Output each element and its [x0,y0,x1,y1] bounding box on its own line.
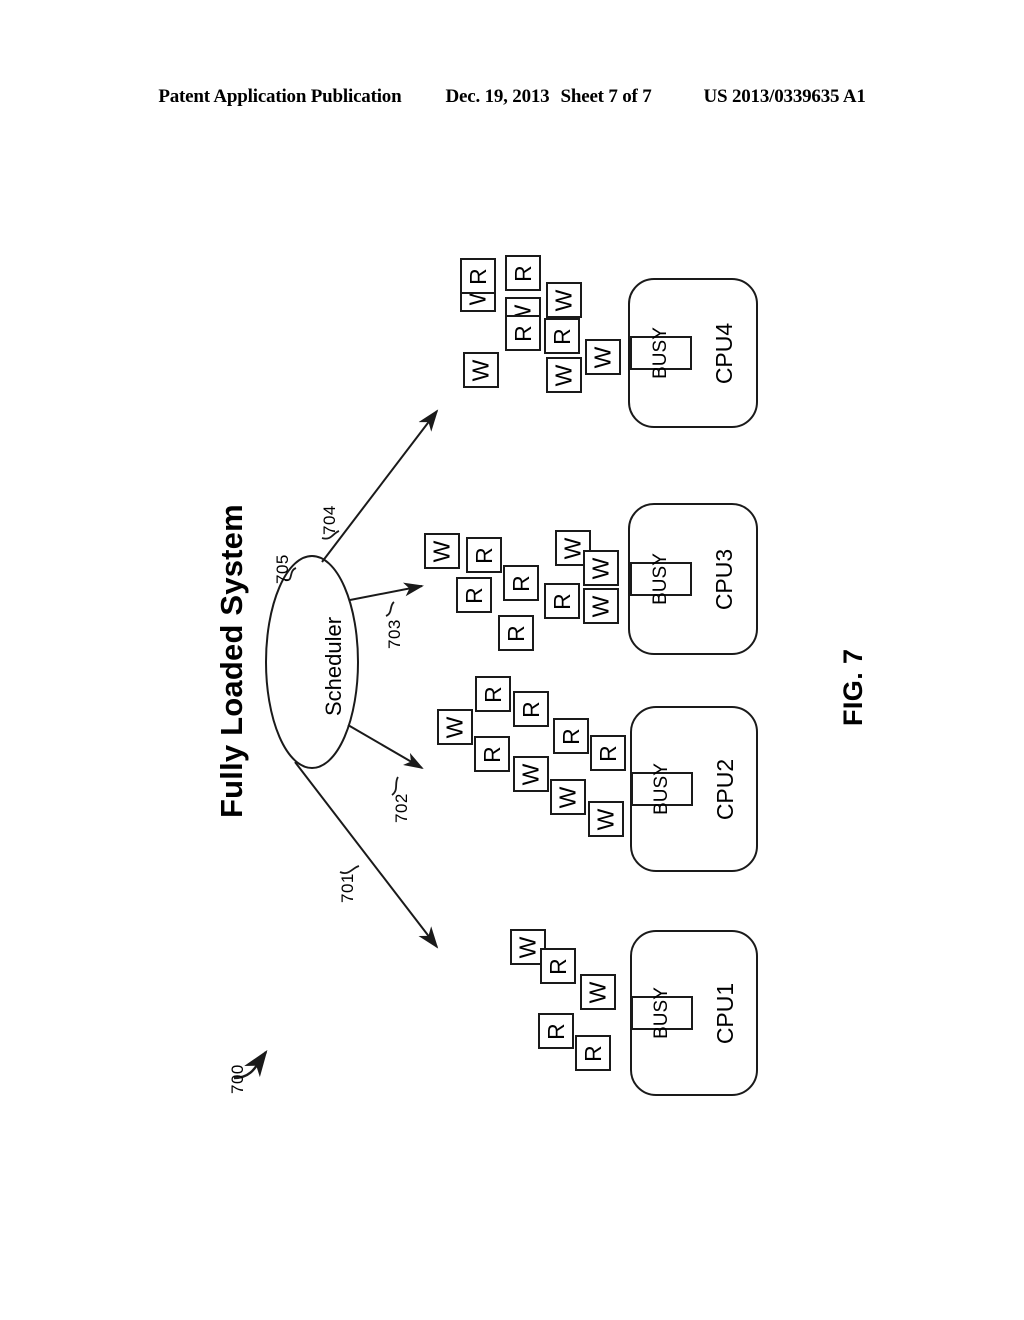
task-square[interactable]: W [583,588,619,624]
task-label: W [587,557,614,579]
task-label: R [502,624,529,642]
task-label: W [428,540,455,562]
task-label: W [467,359,494,381]
cpu3-name: CPU3 [711,548,738,610]
task-square[interactable]: R [575,1035,611,1071]
task-label: R [509,324,536,342]
task-square[interactable]: R [505,255,541,291]
task-square[interactable]: W [550,779,586,815]
task-square[interactable]: W [546,357,582,393]
task-square[interactable]: W [585,339,621,375]
cpu-box-cpu2[interactable]: CPU2 BUSY [630,706,758,872]
task-label: R [507,574,534,592]
cpu1-inner: CPU1 BUSY [631,932,756,1094]
task-label: R [478,745,505,763]
task-label: W [550,289,577,311]
cpu1-name: CPU1 [712,982,739,1044]
task-label: R [464,267,491,285]
task-square[interactable]: R [505,315,541,351]
task-label: W [554,786,581,808]
task-square[interactable]: W [583,550,619,586]
task-square[interactable]: R [544,318,580,354]
task-label: R [479,685,506,703]
task-square[interactable]: R [474,736,510,772]
scheduler-label: Scheduler [321,616,346,716]
cpu4-status-badge: BUSY [630,327,693,379]
arrow-701 [294,761,439,949]
ref-700: 700 [228,1064,247,1094]
task-square[interactable]: R [460,258,496,294]
cpu2-inner: CPU2 BUSY [631,708,756,870]
cpu3-status-text: BUSY [650,553,672,605]
task-square[interactable]: R [498,615,534,651]
leader-703 [385,601,395,617]
task-square[interactable]: R [503,565,539,601]
cpu4-name: CPU4 [711,322,738,384]
task-square[interactable]: R [590,735,626,771]
task-square[interactable]: W [513,756,549,792]
cpu3-inner: CPU3 BUSY [630,505,756,653]
task-square[interactable]: R [513,691,549,727]
ref-705: 705 [273,554,292,584]
task-square[interactable]: W [546,282,582,318]
cpu-box-cpu3[interactable]: CPU3 BUSY [628,503,758,655]
task-square[interactable]: R [544,583,580,619]
task-label: W [514,936,541,958]
arrow-703 [349,582,424,601]
task-label: W [517,763,544,785]
cpu4-inner: CPU4 BUSY [630,280,756,426]
task-square[interactable]: R [456,577,492,613]
cpu1-status-badge: BUSY [631,987,694,1039]
task-label: R [517,700,544,718]
cpu-box-cpu1[interactable]: CPU1 BUSY [630,930,758,1096]
arrow-702 [347,724,424,770]
task-label: W [441,716,468,738]
task-label: R [548,327,575,345]
task-square[interactable]: R [540,948,576,984]
task-square[interactable]: W [424,533,460,569]
task-label: W [559,537,586,559]
cpu2-status-text: BUSY [651,763,673,815]
task-label: R [579,1044,606,1062]
task-square[interactable]: R [475,676,511,712]
task-label: W [592,808,619,830]
task-label: W [550,364,577,386]
ref-702: 702 [392,793,411,823]
task-label: W [584,981,611,1003]
task-square[interactable]: W [580,974,616,1010]
ref-704: 704 [320,505,339,535]
cpu1-status-text: BUSY [651,987,673,1039]
task-label: R [594,744,621,762]
task-label: R [470,546,497,564]
task-square[interactable]: R [466,537,502,573]
task-label: R [557,727,584,745]
cpu-box-cpu4[interactable]: CPU4 BUSY [628,278,758,428]
task-square[interactable]: W [463,352,499,388]
task-label: W [589,346,616,368]
cpu3-status-badge: BUSY [630,553,693,605]
arrow-704 [321,409,439,563]
task-square[interactable]: W [588,801,624,837]
task-label: R [548,592,575,610]
ref-703: 703 [385,619,404,649]
task-square[interactable]: R [538,1013,574,1049]
task-label: R [544,957,571,975]
ref-701: 701 [338,873,357,903]
figure-number-label: FIG. 7 [838,648,868,726]
figure-title: Fully Loaded System [214,504,249,818]
task-label: R [542,1022,569,1040]
leader-701 [339,865,360,874]
cpu4-status-text: BUSY [650,327,672,379]
task-square[interactable]: R [553,718,589,754]
task-square[interactable]: W [437,709,473,745]
patent-figure: Fully Loaded System FIG. 7 700 705 701 7… [0,0,1024,1320]
task-label: W [587,595,614,617]
task-label: R [509,264,536,282]
cpu2-name: CPU2 [712,758,739,820]
task-label: R [460,586,487,604]
cpu2-status-badge: BUSY [631,763,694,815]
figure-vector-layer [233,409,439,1080]
